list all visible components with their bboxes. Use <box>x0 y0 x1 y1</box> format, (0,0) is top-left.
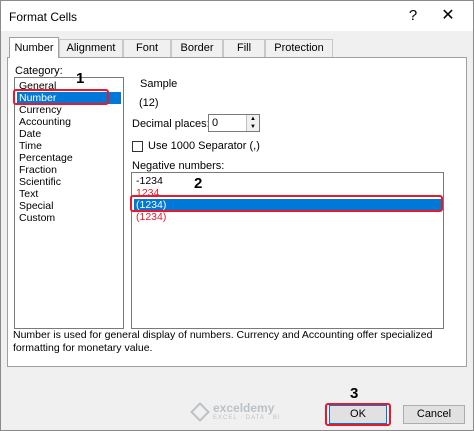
step-badge-1: 1 <box>76 70 85 87</box>
help-button[interactable]: ? <box>401 4 425 28</box>
tab-protection[interactable]: Protection <box>265 39 333 57</box>
category-item-date[interactable]: Date <box>17 128 121 140</box>
step-badge-3: 3 <box>350 385 359 402</box>
cancel-button[interactable]: Cancel <box>403 405 465 424</box>
decimal-places-value[interactable]: 0 <box>212 117 218 129</box>
category-description: Number is used for general display of nu… <box>13 329 433 354</box>
category-item-custom[interactable]: Custom <box>17 212 121 224</box>
format-cells-dialog: Format Cells ? ✕ Number Alignment Font B… <box>0 0 474 431</box>
negative-format-item[interactable]: (1234) <box>134 211 441 223</box>
highlight-box-negative <box>130 195 443 212</box>
separator-label[interactable]: Use 1000 Separator (,) <box>148 140 260 152</box>
tab-border[interactable]: Border <box>171 39 223 57</box>
category-item-fraction[interactable]: Fraction <box>17 164 121 176</box>
decimal-places-spinner[interactable]: 0 ▲ ▼ <box>208 114 260 132</box>
title-bar: Format Cells ? ✕ <box>1 1 473 31</box>
close-button[interactable]: ✕ <box>428 4 468 28</box>
category-item-text[interactable]: Text <box>17 188 121 200</box>
category-item-time[interactable]: Time <box>17 140 121 152</box>
watermark-logo: exceldemy EXCEL · DATA · BI <box>190 401 323 425</box>
tab-font[interactable]: Font <box>123 39 171 57</box>
highlight-box-number <box>13 89 109 105</box>
category-item-percentage[interactable]: Percentage <box>17 152 121 164</box>
decimal-places-label: Decimal places: <box>132 118 210 130</box>
category-item-scientific[interactable]: Scientific <box>17 176 121 188</box>
dialog-title: Format Cells <box>9 10 78 24</box>
category-list[interactable]: General Number Currency Accounting Date … <box>14 77 124 329</box>
category-label: Category: <box>15 65 63 77</box>
highlight-box-ok <box>325 403 391 426</box>
tab-alignment[interactable]: Alignment <box>59 39 123 57</box>
category-item-currency[interactable]: Currency <box>17 104 121 116</box>
step-badge-2: 2 <box>194 175 203 192</box>
tab-number[interactable]: Number <box>9 37 59 58</box>
exceldemy-logo-icon <box>190 402 210 422</box>
category-item-accounting[interactable]: Accounting <box>17 116 121 128</box>
watermark-tagline: EXCEL · DATA · BI <box>213 415 281 421</box>
spin-up-icon[interactable]: ▲ <box>246 115 259 123</box>
spin-down-icon[interactable]: ▼ <box>246 123 259 131</box>
watermark-brand: exceldemy <box>213 401 275 415</box>
tab-fill[interactable]: Fill <box>223 39 265 57</box>
category-item-special[interactable]: Special <box>17 200 121 212</box>
negative-format-item[interactable]: -1234 <box>134 175 441 187</box>
negative-numbers-label: Negative numbers: <box>132 160 225 172</box>
sample-value: (12) <box>139 97 159 109</box>
separator-checkbox[interactable] <box>132 141 143 152</box>
sample-label: Sample <box>138 78 180 90</box>
